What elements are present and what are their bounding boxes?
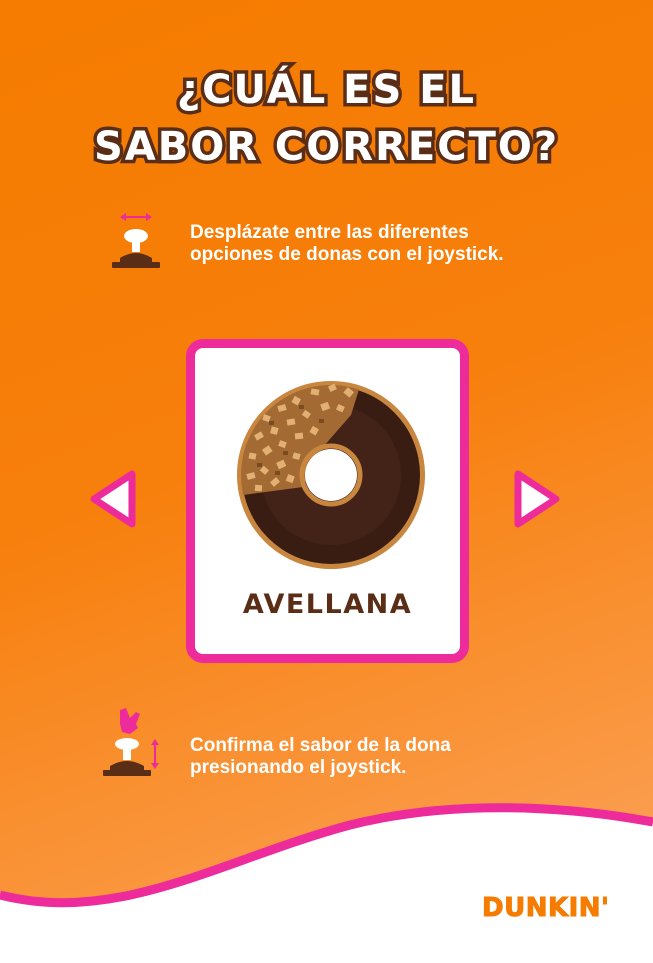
bottom-wave [0, 803, 653, 963]
page-title-line-1: ¿Cuál es el [173, 64, 477, 117]
flavor-name: AVELLANA [242, 589, 413, 620]
flavor-card[interactable]: AVELLANA [186, 339, 469, 663]
instruction-confirm-line-2: presionando el joystick. [190, 757, 407, 778]
arrow-right-icon[interactable] [512, 468, 562, 530]
page-title: ¿Cuál es el sabor correcto? [0, 62, 653, 176]
joystick-move-icon [112, 213, 160, 268]
donut-image [237, 381, 425, 569]
instruction-navigate-line-1: Desplázate entre las diferentes [190, 222, 469, 243]
arrow-left-icon[interactable] [88, 468, 138, 530]
dunkin-logo: DUNKIN' [482, 893, 610, 924]
joystick-press-icon [103, 708, 159, 776]
instruction-confirm-line-1: Confirma el sabor de la dona [190, 735, 451, 756]
instruction-navigate: Desplázate entre las diferentes opciones… [190, 222, 504, 266]
page-title-line-2: sabor correcto? [90, 121, 560, 174]
instruction-navigate-line-2: opciones de donas con el joystick. [190, 244, 504, 265]
instruction-confirm: Confirma el sabor de la dona presionando… [190, 735, 451, 779]
